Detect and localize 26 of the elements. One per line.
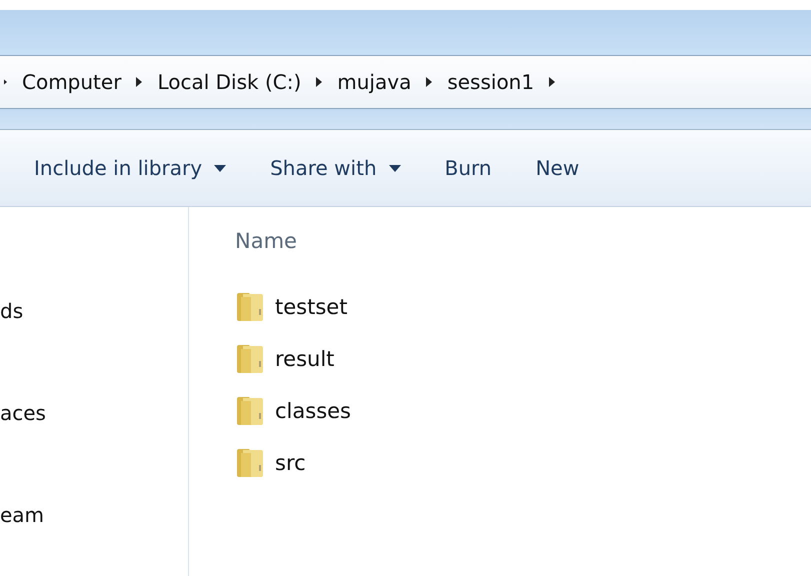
folder-name[interactable]: classes (275, 399, 351, 423)
breadcrumb-item[interactable]: mujava (337, 70, 412, 94)
folder-name[interactable]: testset (275, 295, 348, 319)
chevron-right-icon (315, 76, 324, 88)
toolbar-button[interactable]: Burn (444, 156, 492, 180)
caret-icon (388, 164, 401, 172)
folder-icon (235, 395, 265, 427)
breadcrumb-item[interactable]: session1 (447, 70, 534, 94)
sidebar-item[interactable]: eam (0, 503, 188, 527)
sidebar-item[interactable]: ds (0, 299, 188, 323)
folder-icon (235, 447, 265, 479)
folder-icon (235, 291, 265, 323)
folder-icon (235, 343, 265, 375)
chevron-right-icon (548, 76, 556, 88)
folder-name[interactable]: src (275, 451, 306, 475)
breadcrumb-item[interactable]: Local Disk (C:) (157, 70, 302, 94)
toolbar-button[interactable]: New (536, 156, 580, 180)
caret-icon (214, 164, 226, 172)
chevron-right-icon (425, 76, 434, 88)
folder-name[interactable]: result (275, 347, 334, 371)
chevron-right-icon (135, 76, 144, 88)
column-header[interactable]: Name (235, 229, 297, 253)
breadcrumb-item[interactable]: Computer (22, 70, 122, 94)
sidebar-item[interactable]: aces (0, 401, 188, 425)
toolbar-button[interactable]: Include in library (34, 156, 226, 180)
toolbar-button[interactable]: Share with (270, 156, 401, 180)
